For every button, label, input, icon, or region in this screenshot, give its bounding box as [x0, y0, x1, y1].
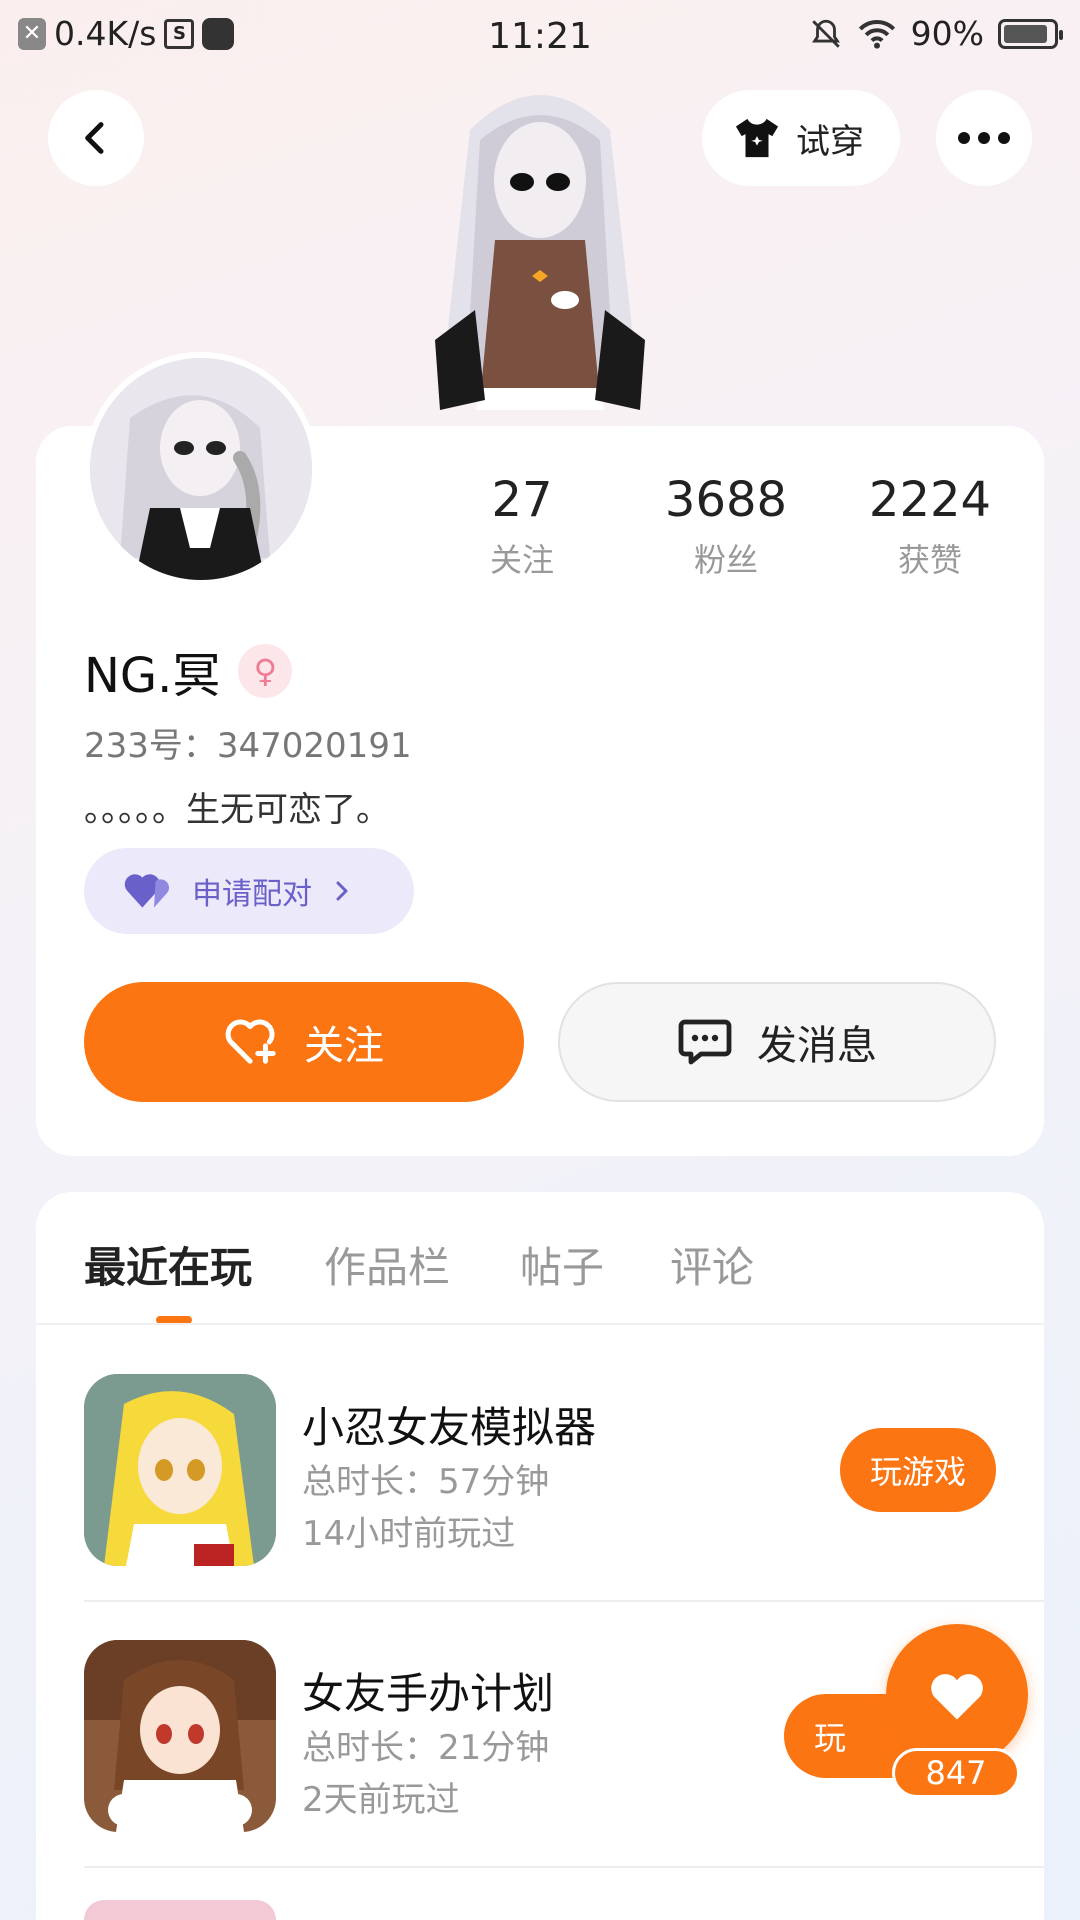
follow-label: 关注 [304, 1023, 384, 1069]
wifi-icon [858, 19, 895, 49]
play-game-button[interactable]: 玩游戏 [839, 1428, 996, 1512]
more-dots-icon [958, 132, 1010, 144]
status-bar: ✕ 0.4K/s S 11:21 90% [0, 0, 1080, 74]
row-divider [84, 1600, 1044, 1602]
status-right: 90% [809, 14, 1063, 53]
apply-pair-label: 申请配对 [192, 877, 312, 912]
try-on-label: 试穿 [796, 121, 864, 162]
stat-following-label: 关注 [489, 540, 554, 579]
tab-recently-played[interactable]: 最近在玩 [84, 1234, 252, 1295]
more-button[interactable] [936, 90, 1032, 186]
nickname-row: NG.冥 ♀ [84, 636, 293, 706]
shirt-icon [735, 118, 779, 158]
tab-works[interactable]: 作品栏 [324, 1234, 450, 1295]
female-gender-icon: ♀ [238, 644, 293, 698]
stat-likes-value: 2224 [868, 472, 992, 528]
like-button[interactable] [886, 1624, 1028, 1766]
user-id: 233号：347020191 [84, 726, 412, 766]
tab-posts[interactable]: 帖子 [520, 1234, 604, 1295]
chevron-left-icon [85, 122, 104, 154]
stat-likes[interactable]: 2224 获赞 [830, 474, 1030, 581]
chevron-right-icon [336, 881, 348, 901]
stat-fans-label: 粉丝 [693, 540, 758, 579]
tab-comments[interactable]: 评论 [670, 1234, 754, 1295]
game-title: 女友手办计划 [302, 1669, 555, 1718]
follow-button[interactable]: 关注 [84, 982, 524, 1102]
send-message-label: 发消息 [757, 1023, 877, 1069]
row-divider [84, 1866, 1044, 1868]
game-duration: 总时长：21分钟 [302, 1728, 550, 1768]
heart-pair-icon [124, 874, 169, 908]
game-thumbnail [84, 1374, 276, 1566]
avatar-3d-figure[interactable] [400, 70, 680, 426]
bio: 。。。。。生无可恋了。 [84, 790, 390, 830]
stat-following[interactable]: 27 关注 [422, 474, 622, 581]
game-last-played: 2天前玩过 [302, 1780, 460, 1820]
avatar[interactable] [84, 352, 318, 586]
bell-off-icon [811, 19, 840, 48]
game-duration: 总时长：57分钟 [302, 1462, 550, 1502]
heart-icon [931, 1674, 983, 1720]
heart-plus-icon [225, 1019, 276, 1064]
battery-fill [1004, 24, 1048, 43]
game-list-item[interactable]: 小忍女友模拟器 总时长：57分钟 14小时前玩过 玩游戏 [84, 1374, 1044, 1570]
like-count: 847 [892, 1748, 1020, 1798]
battery-percent: 90% [910, 14, 984, 53]
apply-pair-button[interactable]: 申请配对 [84, 848, 414, 934]
try-on-button[interactable]: 试穿 [702, 90, 900, 186]
back-button[interactable] [48, 90, 144, 186]
game-thumbnail [84, 1640, 276, 1832]
game-thumbnail-partial [84, 1900, 276, 1920]
nickname: NG.冥 [84, 648, 221, 704]
stat-likes-label: 获赞 [897, 540, 962, 579]
tab-divider [36, 1323, 1044, 1325]
stat-fans[interactable]: 3688 粉丝 [626, 474, 826, 581]
game-last-played: 14小时前玩过 [302, 1514, 516, 1554]
stat-following-value: 27 [491, 472, 553, 528]
stat-fans-value: 3688 [664, 472, 788, 528]
send-message-button[interactable]: 发消息 [558, 982, 996, 1102]
chat-bubble-icon [678, 1019, 732, 1065]
battery-icon [998, 18, 1063, 49]
game-title: 小忍女友模拟器 [302, 1403, 597, 1452]
